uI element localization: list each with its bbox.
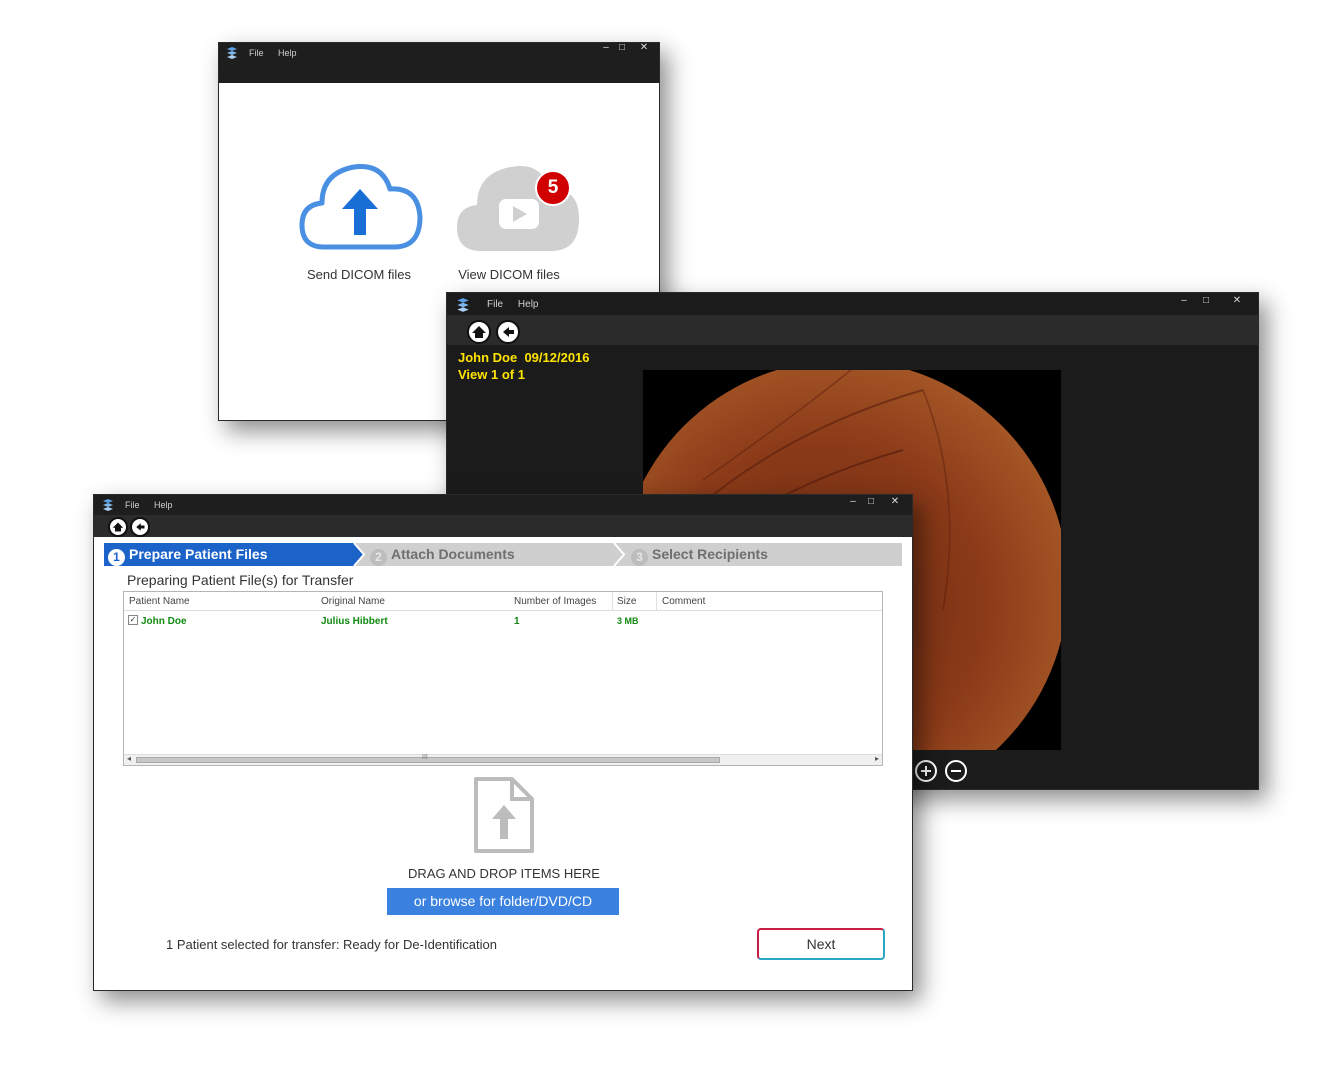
app-logo-icon [103,499,113,511]
home-icon [472,326,486,338]
menu-help[interactable]: Help [278,48,297,58]
patient-files-table[interactable]: Patient Name Original Name Number of Ima… [123,591,883,766]
browse-button[interactable]: or browse for folder/DVD/CD [387,888,619,915]
back-button[interactable] [130,517,150,537]
minimize-button[interactable]: – [844,497,862,509]
row-checkbox[interactable]: ✓ [128,615,138,625]
send-dicom-tile[interactable]: Send DICOM files [289,155,429,285]
drop-zone[interactable]: DRAG AND DROP ITEMS HERE [314,773,694,883]
step-3-number: 3 [631,549,648,566]
home-icon [112,522,124,532]
plus-circle-icon [921,766,931,776]
step-2-number: 2 [370,549,387,566]
maximize-button[interactable]: □ [613,43,631,55]
app-logo-icon [457,298,469,312]
arrow-left-icon [503,327,514,337]
step-2-label: Attach Documents [391,546,515,562]
table-row[interactable]: ✓ John Doe Julius Hibbert 1 3 MB [124,592,882,632]
menu-help[interactable]: Help [154,500,173,510]
zoom-out-button[interactable] [945,760,967,782]
patient-overlay: John Doe 09/12/2016 [458,350,590,365]
title-bar: File Help – □ ✕ [447,293,1258,315]
arrow-left-icon [136,523,145,531]
home-button[interactable] [108,517,128,537]
cloud-upload-icon [299,163,423,250]
minus-circle-icon [951,770,961,772]
cell-number-of-images: 1 [514,616,520,627]
back-button[interactable] [496,320,520,344]
close-button[interactable]: ✕ [886,497,904,509]
drop-instruction: DRAG AND DROP ITEMS HERE [408,866,600,881]
send-dicom-label: Send DICOM files [306,267,412,282]
viewer-toolbar [447,315,1258,345]
cell-original-name: Julius Hibbert [321,616,388,627]
view-counter: View 1 of 1 [458,367,525,382]
horizontal-scrollbar[interactable]: ◂ III ▸ [124,754,882,765]
status-text: 1 Patient selected for transfer: Ready f… [166,937,497,952]
step-3-label: Select Recipients [652,546,768,562]
menu-file[interactable]: File [487,299,503,310]
next-button[interactable]: Next [757,928,885,960]
close-button[interactable]: ✕ [1228,296,1246,308]
file-upload-icon [474,777,534,853]
scroll-thumb[interactable] [136,757,720,763]
scroll-left-arrow[interactable]: ◂ [127,754,131,763]
cell-patient-name: John Doe [141,616,187,627]
notification-badge: 5 [535,170,571,206]
menu-file[interactable]: File [249,48,264,58]
step-attach-documents[interactable]: 2 Attach Documents [370,543,515,566]
step-1-label: Prepare Patient Files [129,546,268,562]
close-button[interactable]: ✕ [635,43,653,55]
step-1-number: 1 [108,549,125,566]
scroll-grip: III [422,754,428,761]
menu-file[interactable]: File [125,500,140,510]
title-bar: File Help – □ ✕ [94,495,912,515]
app-logo-icon [227,47,237,59]
home-button[interactable] [467,320,491,344]
cell-size: 3 MB [617,616,639,626]
section-title: Preparing Patient File(s) for Transfer [127,572,354,588]
menu-help[interactable]: Help [518,299,539,310]
step-select-recipients[interactable]: 3 Select Recipients [631,543,768,566]
maximize-button[interactable]: □ [1197,296,1215,308]
transfer-toolbar [94,515,912,537]
minimize-button[interactable]: – [1175,296,1193,308]
zoom-in-button[interactable] [915,760,937,782]
view-dicom-tile[interactable]: 5 View DICOM files [439,155,579,285]
step-prepare-patient-files[interactable]: 1 Prepare Patient Files [108,543,268,566]
maximize-button[interactable]: □ [862,497,880,509]
wizard-stepper: 1 Prepare Patient Files 2 Attach Documents… [104,543,902,566]
title-bar: File Help – □ ✕ [219,43,659,83]
transfer-window: File Help – □ ✕ 1 Prepare Patient Files 2… [93,494,913,991]
scroll-right-arrow[interactable]: ▸ [875,754,879,763]
view-dicom-label: View DICOM files [458,267,560,282]
